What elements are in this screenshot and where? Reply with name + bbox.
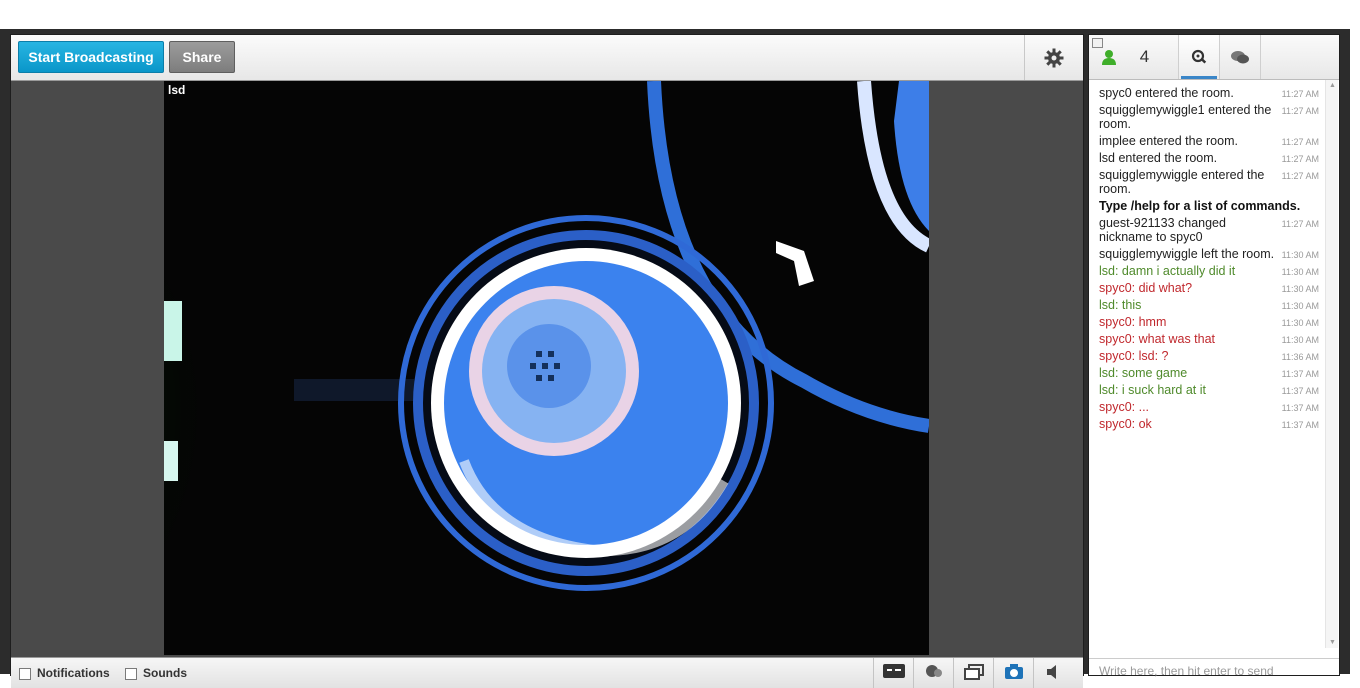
chat-message-text: spyc0: did what?: [1099, 281, 1193, 295]
share-button[interactable]: Share: [169, 41, 235, 73]
chat-message-text: Type /help for a list of commands.: [1099, 199, 1301, 213]
chat-message-time: 11:37 AM: [1281, 369, 1319, 379]
broadcast-bottom-bar: Notifications Sounds: [11, 657, 1083, 688]
chat-message: squigglemywiggle1 entered the room. 11:27…: [1089, 103, 1325, 131]
speaker-icon: [1046, 665, 1056, 679]
chat-message: squigglemywiggle entered the room. 11:27 …: [1089, 168, 1325, 196]
chat-message: lsd: some game 11:37 AM: [1089, 366, 1325, 380]
notifications-checkbox[interactable]: [19, 668, 31, 680]
chat-message-time: 11:30 AM: [1281, 301, 1319, 311]
chat-message-time: 11:37 AM: [1281, 386, 1319, 396]
chat-message: lsd: this 11:30 AM: [1089, 298, 1325, 312]
chat-message-time: 11:30 AM: [1281, 250, 1319, 260]
chat-message: spyc0: ... 11:37 AM: [1089, 400, 1325, 414]
chat-message-time: 11:27 AM: [1281, 154, 1319, 164]
chat-message-time: 11:27 AM: [1281, 219, 1319, 229]
captions-button[interactable]: [873, 658, 913, 688]
search-icon: [1191, 49, 1207, 64]
chat-message: spyc0: lsd: ? 11:36 AM: [1089, 349, 1325, 363]
chat-message-text: spyc0: hmm: [1099, 315, 1167, 329]
chat-message-text: spyc0: what was that: [1099, 332, 1216, 346]
chat-message: squigglemywiggle left the room. 11:30 AM: [1089, 247, 1325, 261]
chat-message-text: lsd: damn i actually did it: [1099, 264, 1236, 278]
chat-message-text: lsd: this: [1099, 298, 1142, 312]
chat-message: spyc0: hmm 11:30 AM: [1089, 315, 1325, 329]
chat-message-time: 11:36 AM: [1281, 352, 1319, 362]
video-frame-image: [164, 81, 929, 655]
chat-message: lsd entered the room. 11:27 AM: [1089, 151, 1325, 165]
chat-message: lsd: i suck hard at it 11:37 AM: [1089, 383, 1325, 397]
chat-scrollbar[interactable]: ▲ ▼: [1325, 80, 1338, 648]
chat-message-text: spyc0: lsd: ?: [1099, 349, 1169, 363]
chat-message-text: squigglemywiggle left the room.: [1099, 247, 1275, 261]
chat-message-text: squigglemywiggle entered the room.: [1099, 168, 1265, 196]
popout-icon: [963, 664, 984, 680]
chat-message: lsd: damn i actually did it 11:30 AM: [1089, 264, 1325, 278]
tab-search[interactable]: [1179, 35, 1220, 79]
camera-icon: [1004, 664, 1023, 679]
broadcast-toolbar: Start Broadcasting Share: [11, 35, 1083, 81]
chat-message-time: 11:27 AM: [1281, 89, 1319, 99]
scroll-down-arrow-icon[interactable]: ▼: [1329, 639, 1336, 646]
chat-message: guest-921133 changed nickname to spyc0 11…: [1089, 216, 1325, 244]
chat-message-time: 11:27 AM: [1281, 137, 1319, 147]
gear-icon: [1044, 48, 1064, 67]
tab-users[interactable]: 4: [1089, 35, 1179, 79]
chat-message-time: 11:30 AM: [1281, 335, 1319, 345]
chat-message: spyc0 entered the room. 11:27 AM: [1089, 86, 1325, 100]
settings-button[interactable]: [1024, 35, 1083, 80]
chat-message-text: lsd: i suck hard at it: [1099, 383, 1206, 397]
chat-input[interactable]: Write here, then hit enter to send: [1089, 658, 1339, 678]
captions-icon: [882, 664, 905, 678]
chat-bubbles-button[interactable]: [913, 658, 953, 688]
chat-message-text: spyc0: ok: [1099, 417, 1152, 431]
video-owner-label: lsd: [168, 83, 186, 97]
sounds-label: Sounds: [143, 666, 187, 680]
video-feed: lsd: [164, 81, 929, 655]
notifications-label: Notifications: [37, 666, 110, 680]
popout-button[interactable]: [953, 658, 993, 688]
camera-button[interactable]: [993, 658, 1033, 688]
chat-message: spyc0: what was that 11:30 AM: [1089, 332, 1325, 346]
chat-message-text: guest-921133 changed nickname to spyc0: [1099, 216, 1226, 244]
broadcast-panel: Start Broadcasting Share lsd Notificatio…: [10, 34, 1084, 688]
chat-message-text: spyc0 entered the room.: [1099, 86, 1234, 100]
chat-message-text: squigglemywiggle1 entered the room.: [1099, 103, 1272, 131]
chat-message-time: 11:37 AM: [1281, 420, 1319, 430]
chat-message-time: 11:37 AM: [1281, 403, 1319, 413]
chat-message-text: implee entered the room.: [1099, 134, 1238, 148]
chat-message: spyc0: did what? 11:30 AM: [1089, 281, 1325, 295]
chat-message: Type /help for a list of commands.: [1089, 199, 1325, 213]
user-icon: [1102, 50, 1116, 65]
chat-message-time: 11:30 AM: [1281, 267, 1319, 277]
chat-message-text: lsd: some game: [1099, 366, 1188, 380]
volume-button[interactable]: [1033, 658, 1073, 688]
chat-bubbles-icon: [925, 665, 942, 677]
chat-message-time: 11:30 AM: [1281, 284, 1319, 294]
scroll-up-arrow-icon[interactable]: ▲: [1329, 82, 1336, 89]
start-broadcasting-button[interactable]: Start Broadcasting: [18, 41, 164, 73]
chat-message-text: spyc0: ...: [1099, 400, 1150, 414]
chat-message: implee entered the room. 11:27 AM: [1089, 134, 1325, 148]
tab-chat[interactable]: [1220, 35, 1261, 79]
chat-panel: 4 spyc0 entered the room. 11:27 AM squiggl…: [1088, 34, 1340, 678]
chat-message-time: 11:27 AM: [1281, 171, 1319, 181]
chat-message: spyc0: ok 11:37 AM: [1089, 417, 1325, 431]
chat-message-time: 11:27 AM: [1281, 106, 1319, 116]
chat-tabs: 4: [1089, 35, 1339, 80]
user-count: 4: [1139, 47, 1150, 66]
sounds-checkbox[interactable]: [125, 668, 137, 680]
chat-message-time: 11:30 AM: [1281, 318, 1319, 328]
chat-icon: [1231, 51, 1249, 64]
chat-message-list: spyc0 entered the room. 11:27 AM squigglem…: [1089, 80, 1325, 648]
chat-message-text: lsd entered the room.: [1099, 151, 1218, 165]
